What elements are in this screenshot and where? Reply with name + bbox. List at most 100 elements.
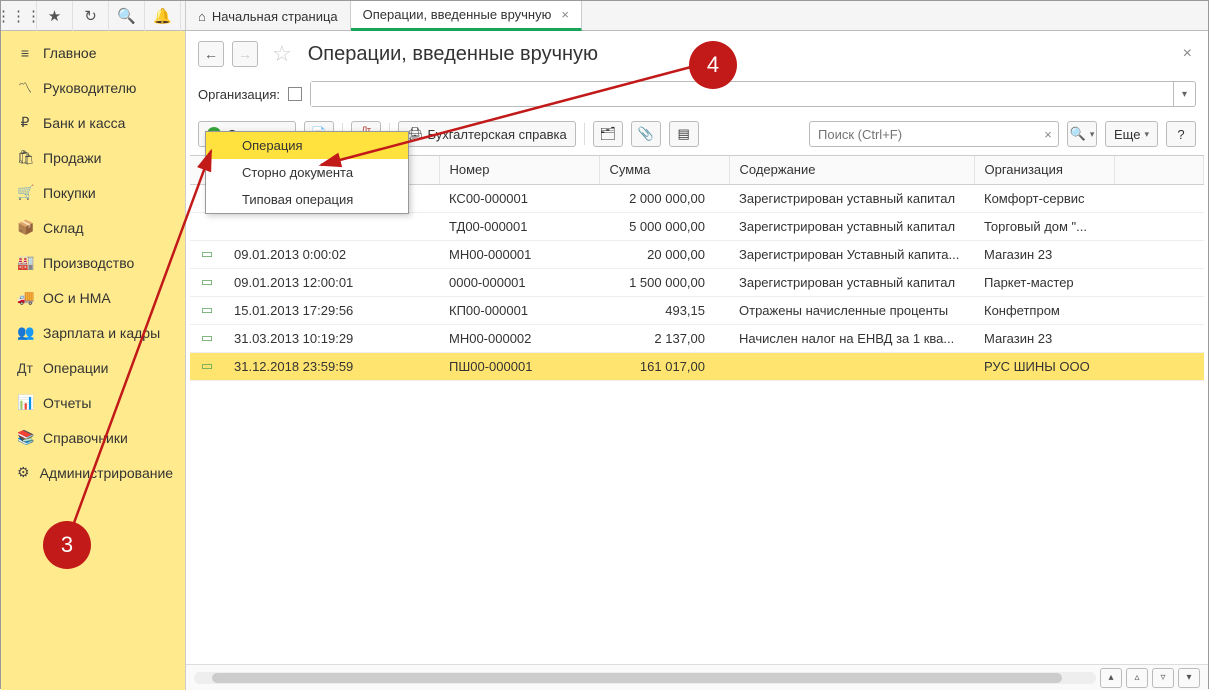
sidebar-icon: 🛍 bbox=[17, 149, 33, 166]
sidebar-label: Главное bbox=[43, 45, 97, 61]
col-org-header[interactable]: Организация bbox=[974, 156, 1114, 184]
scroll-up-icon[interactable]: ▵ bbox=[1126, 668, 1148, 688]
cell-sum: 1 500 000,00 bbox=[599, 268, 729, 296]
search-icon[interactable]: 🔍 bbox=[109, 1, 145, 31]
sidebar-item-4[interactable]: 🛒 Покупки bbox=[1, 175, 185, 210]
cell-desc: Зарегистрирован уставный капитал bbox=[729, 212, 974, 240]
table-row[interactable]: ▭15.01.2013 17:29:56КП00-000001493,15Отр… bbox=[190, 296, 1204, 324]
cell-number: ПШ00-000001 bbox=[439, 352, 599, 380]
dropdown-item-operation[interactable]: Операция bbox=[206, 132, 408, 159]
dropdown-item-storno[interactable]: Сторно документа bbox=[206, 159, 408, 186]
clear-search-icon[interactable]: × bbox=[1038, 127, 1058, 142]
callout-3: 3 bbox=[43, 521, 91, 569]
sidebar-label: Покупки bbox=[43, 185, 96, 201]
list-button[interactable]: ▤ bbox=[669, 121, 699, 147]
back-button[interactable]: ← bbox=[198, 41, 224, 67]
sidebar-label: Справочники bbox=[43, 430, 128, 446]
cell-sum: 2 137,00 bbox=[599, 324, 729, 352]
sidebar-icon: 📊 bbox=[17, 394, 33, 411]
sidebar-item-3[interactable]: 🛍Продажи bbox=[1, 140, 185, 175]
apps-icon[interactable]: ⋮⋮⋮ bbox=[1, 1, 37, 31]
tab-home-label: Начальная страница bbox=[212, 9, 338, 24]
cell-sum: 5 000 000,00 bbox=[599, 212, 729, 240]
table-row[interactable]: ▭09.01.2013 12:00:010000-0000011 500 000… bbox=[190, 268, 1204, 296]
print-icon: 🖨 bbox=[407, 126, 424, 142]
close-icon[interactable]: × bbox=[561, 7, 569, 22]
sidebar-item-0[interactable]: ≡Главное bbox=[1, 35, 185, 70]
page-title: Операции, введенные вручную bbox=[308, 43, 598, 66]
organization-checkbox[interactable] bbox=[288, 87, 302, 101]
cell-org: Паркет-мастер bbox=[974, 268, 1114, 296]
col-sum-header[interactable]: Сумма bbox=[599, 156, 729, 184]
more-button-label: Еще bbox=[1114, 127, 1140, 142]
registry-button[interactable]: 🗂 bbox=[593, 121, 623, 147]
sidebar-label: ОС и НМА bbox=[43, 290, 111, 306]
col-number-header[interactable]: Номер bbox=[439, 156, 599, 184]
row-icon: ▭ bbox=[190, 268, 224, 296]
sidebar-icon: 🚚 bbox=[17, 289, 33, 306]
accounting-ref-button[interactable]: 🖨 Бухгалтерская справка bbox=[398, 121, 576, 147]
sidebar-item-9[interactable]: ДтОперации bbox=[1, 350, 185, 385]
attach-button[interactable]: 📎 bbox=[631, 121, 661, 147]
cell-desc: Зарегистрирован Уставный капита... bbox=[729, 240, 974, 268]
sidebar: ≡Главное〽Руководителю₽Банк и касса🛍Прода… bbox=[1, 31, 186, 690]
scroll-bottom-icon[interactable]: ▾ bbox=[1178, 668, 1200, 688]
cell-desc: Зарегистрирован уставный капитал bbox=[729, 184, 974, 212]
cell-desc: Начислен налог на ЕНВД за 1 ква... bbox=[729, 324, 974, 352]
sidebar-label: Производство bbox=[43, 255, 134, 271]
sidebar-item-6[interactable]: 🏭 Производство bbox=[1, 245, 185, 280]
table-row[interactable]: ▭31.03.2013 10:19:29МН00-0000022 137,00Н… bbox=[190, 324, 1204, 352]
organization-dropdown-icon[interactable]: ▾ bbox=[1173, 82, 1195, 106]
table-row[interactable]: ▭31.12.2018 23:59:59ПШ00-000001161 017,0… bbox=[190, 352, 1204, 380]
row-icon: ▭ bbox=[190, 324, 224, 352]
cell-org: Торговый дом "... bbox=[974, 212, 1114, 240]
sidebar-icon: 🏭 bbox=[17, 254, 33, 271]
table-row[interactable]: ▭09.01.2013 0:00:02МН00-00000120 000,00З… bbox=[190, 240, 1204, 268]
close-page-button[interactable]: × bbox=[1183, 45, 1196, 63]
sidebar-label: Склад bbox=[43, 220, 84, 236]
home-icon: ⌂ bbox=[198, 9, 206, 24]
organization-input[interactable] bbox=[311, 82, 1173, 106]
cell-number: КП00-000001 bbox=[439, 296, 599, 324]
find-button[interactable]: 🔍▾ bbox=[1067, 121, 1097, 147]
sidebar-item-12[interactable]: ⚙Администрирование bbox=[1, 455, 185, 490]
more-button[interactable]: Еще ▾ bbox=[1105, 121, 1158, 147]
cell-number: МН00-000002 bbox=[439, 324, 599, 352]
star-icon[interactable]: ☆ bbox=[272, 41, 292, 67]
cell-sum: 2 000 000,00 bbox=[599, 184, 729, 212]
scroll-down-icon[interactable]: ▿ bbox=[1152, 668, 1174, 688]
cell-sum: 20 000,00 bbox=[599, 240, 729, 268]
sidebar-icon: 👥 bbox=[17, 324, 33, 341]
tab-operations[interactable]: Операции, введенные вручную × bbox=[351, 1, 582, 31]
cell-org: Магазин 23 bbox=[974, 324, 1114, 352]
table-row[interactable]: ТД00-0000015 000 000,00Зарегистрирован у… bbox=[190, 212, 1204, 240]
sidebar-item-10[interactable]: 📊Отчеты bbox=[1, 385, 185, 420]
cell-date: 15.01.2013 17:29:56 bbox=[224, 296, 439, 324]
sidebar-item-8[interactable]: 👥Зарплата и кадры bbox=[1, 315, 185, 350]
cell-number: 0000-000001 bbox=[439, 268, 599, 296]
sidebar-icon: 🛒 bbox=[17, 184, 33, 201]
sidebar-item-2[interactable]: ₽Банк и касса bbox=[1, 105, 185, 140]
cell-date bbox=[224, 212, 439, 240]
notifications-icon[interactable]: 🔔 bbox=[145, 1, 181, 31]
dropdown-item-typical[interactable]: Типовая операция bbox=[206, 186, 408, 213]
sidebar-item-1[interactable]: 〽Руководителю bbox=[1, 70, 185, 105]
cell-desc: Зарегистрирован уставный капитал bbox=[729, 268, 974, 296]
tab-home[interactable]: ⌂ Начальная страница bbox=[186, 1, 351, 31]
row-icon: ▭ bbox=[190, 240, 224, 268]
col-desc-header[interactable]: Содержание bbox=[729, 156, 974, 184]
organization-field[interactable]: ▾ bbox=[310, 81, 1196, 107]
history-icon[interactable]: ↻ bbox=[73, 1, 109, 31]
forward-button[interactable]: → bbox=[232, 41, 258, 67]
help-button[interactable]: ? bbox=[1166, 121, 1196, 147]
cell-sum: 493,15 bbox=[599, 296, 729, 324]
horizontal-scrollbar[interactable] bbox=[194, 672, 1096, 684]
sidebar-item-7[interactable]: 🚚 ОС и НМА bbox=[1, 280, 185, 315]
sidebar-item-5[interactable]: 📦Склад bbox=[1, 210, 185, 245]
search-input[interactable] bbox=[810, 127, 1038, 142]
favorites-icon[interactable]: ★ bbox=[37, 1, 73, 31]
cell-desc bbox=[729, 352, 974, 380]
cell-sum: 161 017,00 bbox=[599, 352, 729, 380]
scroll-top-icon[interactable]: ▴ bbox=[1100, 668, 1122, 688]
sidebar-item-11[interactable]: 📚Справочники bbox=[1, 420, 185, 455]
